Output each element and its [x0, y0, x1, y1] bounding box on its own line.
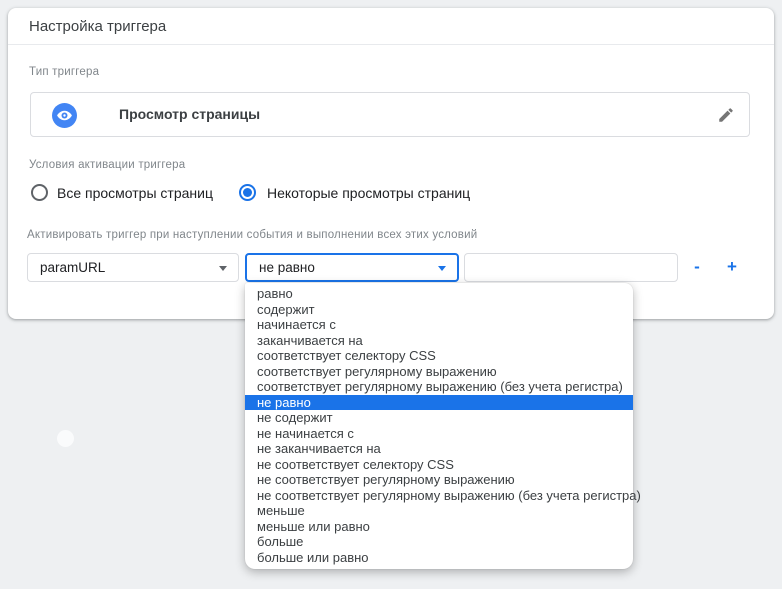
- conditions-label: Условия активации триггера: [29, 159, 186, 171]
- conditions-radio-group: Все просмотры страниц Некоторые просмотр…: [8, 184, 774, 202]
- dropdown-option[interactable]: не соответствует регулярному выражению (…: [245, 488, 641, 504]
- dropdown-option[interactable]: соответствует селектору CSS: [245, 348, 633, 364]
- dropdown-option[interactable]: не соответствует регулярному выражению: [245, 472, 633, 488]
- remove-condition-button[interactable]: -: [688, 253, 706, 282]
- chevron-down-icon: [438, 266, 446, 271]
- variable-select[interactable]: paramURL: [27, 253, 239, 282]
- radio-some-pageviews[interactable]: [239, 184, 256, 201]
- operator-select-value: не равно: [259, 260, 315, 275]
- dropdown-option[interactable]: соответствует регулярному выражению: [245, 364, 633, 380]
- trigger-type-box[interactable]: Просмотр страницы: [30, 92, 750, 137]
- dropdown-option[interactable]: больше или равно: [245, 550, 633, 566]
- dropdown-option[interactable]: не начинается с: [245, 426, 633, 442]
- variable-select-value: paramURL: [40, 260, 106, 275]
- dropdown-option[interactable]: соответствует регулярному выражению (без…: [245, 379, 633, 395]
- condition-value-input[interactable]: [464, 253, 678, 282]
- dropdown-option[interactable]: равно: [245, 286, 633, 302]
- radio-some-pageviews-label[interactable]: Некоторые просмотры страниц: [267, 185, 470, 201]
- background-dot: [57, 430, 74, 447]
- page-title: Настройка триггера: [8, 8, 774, 45]
- dropdown-option[interactable]: не соответствует селектору CSS: [245, 457, 633, 473]
- trigger-settings-card: Настройка триггера Тип триггера Просмотр…: [8, 8, 774, 319]
- dropdown-option[interactable]: меньше или равно: [245, 519, 633, 535]
- trigger-type-value: Просмотр страницы: [119, 106, 261, 122]
- dropdown-option[interactable]: не содержит: [245, 410, 633, 426]
- operator-dropdown-menu: равно содержит начинается с заканчивается н…: [245, 283, 641, 569]
- chevron-down-icon: [219, 266, 227, 271]
- trigger-type-label: Тип триггера: [29, 66, 100, 78]
- eye-icon: [52, 103, 77, 128]
- dropdown-option[interactable]: больше: [245, 534, 633, 550]
- operator-select[interactable]: не равно: [245, 253, 459, 282]
- radio-all-pageviews-label[interactable]: Все просмотры страниц: [57, 185, 213, 201]
- dropdown-option[interactable]: начинается с: [245, 317, 633, 333]
- pencil-icon[interactable]: [717, 106, 735, 124]
- filter-label: Активировать триггер при наступлении соб…: [27, 229, 478, 241]
- dropdown-option[interactable]: заканчивается на: [245, 333, 633, 349]
- add-condition-button[interactable]: +: [723, 253, 741, 282]
- filter-condition-row: paramURL не равно - +: [8, 253, 774, 282]
- dropdown-option[interactable]: не равно: [245, 394, 633, 410]
- dropdown-option[interactable]: меньше: [245, 503, 633, 519]
- dropdown-option[interactable]: не заканчивается на: [245, 441, 633, 457]
- radio-all-pageviews[interactable]: [31, 184, 48, 201]
- dropdown-option[interactable]: содержит: [245, 302, 633, 318]
